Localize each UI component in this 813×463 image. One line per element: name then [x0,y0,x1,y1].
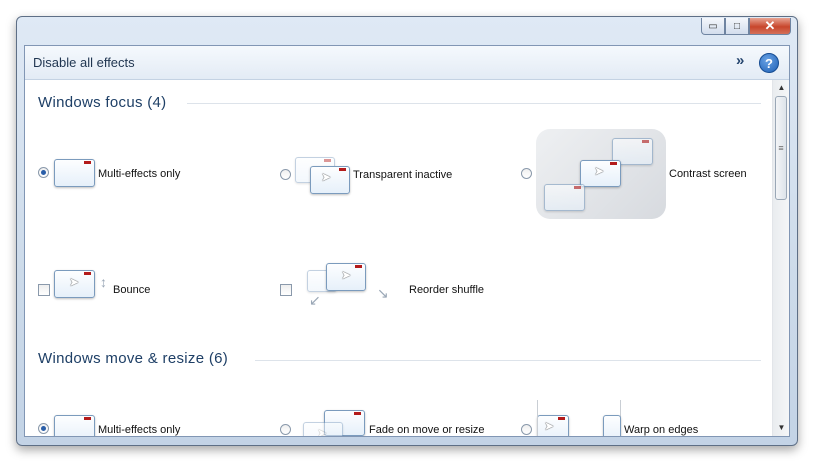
section-divider [255,360,761,361]
maximize-icon: □ [733,20,741,32]
option-label: Multi-effects only [98,168,181,180]
radio-fade-move-resize[interactable] [280,424,291,435]
preview-window [544,184,585,211]
section-divider [187,103,761,104]
toolbar: Disable all effects » ? [25,46,789,80]
edge-line [537,400,538,436]
preview-window: ➤ [537,415,569,436]
client-area: Disable all effects » ? Windows focus (4… [24,45,790,437]
preview-window-inactive: ➤ [303,422,343,436]
cursor-icon: ➤ [544,419,555,433]
scroll-up-icon[interactable]: ▲ [773,80,789,94]
maximize-button[interactable]: □ [725,18,749,35]
minimize-icon: ▭ [708,20,718,32]
option-label: Transparent inactive [353,169,453,181]
section-title-windows-focus: Windows focus (4) [38,94,167,111]
chevron-right-icon[interactable]: » [736,52,744,69]
close-button[interactable]: ✕ [749,18,791,35]
resize-arrow-icon: ↕ [100,274,107,290]
minimize-button[interactable]: ▭ [701,18,725,35]
radio-contrast-screen[interactable] [521,168,532,179]
preview-window [54,159,95,187]
option-label: Warp on edges [624,424,699,436]
cursor-icon: ➤ [317,426,328,436]
effects-list: Windows focus (4) Multi-effects only ➤ T… [25,80,772,436]
preview-window [603,415,621,436]
option-label: Multi-effects only [98,424,181,436]
help-icon[interactable]: ? [759,53,779,73]
preview-window: ➤ [580,160,621,187]
cursor-icon: ➤ [341,268,352,282]
option-label: Fade on move or resize [369,424,485,436]
option-label: Reorder shuffle [409,284,485,296]
option-label: Bounce [113,284,151,296]
cursor-icon: ➤ [69,275,80,289]
close-icon: ✕ [764,18,776,33]
radio-move-multi-effects[interactable] [38,423,49,434]
vertical-scrollbar[interactable]: ▲ ≡ ▼ [772,80,789,436]
scroll-down-icon[interactable]: ▼ [773,420,789,434]
disable-all-effects-link[interactable]: Disable all effects [33,55,135,70]
preview-window [54,415,95,436]
cursor-icon: ➤ [321,170,332,184]
cursor-icon: ➤ [594,164,605,178]
contrast-preview: ➤ [536,129,666,219]
caption-buttons: ▭ □ ✕ [701,18,791,35]
effects-window: ▭ □ ✕ Disable all effects » ? Windows fo… [16,16,798,446]
scroll-thumb[interactable]: ≡ [775,96,787,200]
option-label: Contrast screen [669,168,747,180]
preview-window: ➤ [310,166,350,194]
radio-transparent-inactive[interactable] [280,169,291,180]
radio-focus-multi-effects[interactable] [38,167,49,178]
resize-arrow-icon: ↙ [309,292,321,308]
section-title-windows-move-resize: Windows move & resize (6) [38,350,229,367]
preview-window: ➤ [54,270,95,298]
checkbox-bounce[interactable] [38,284,50,296]
checkbox-reorder-shuffle[interactable] [280,284,292,296]
preview-window: ➤ [326,263,366,291]
resize-arrow-icon: ↘ [377,285,389,301]
radio-warp-on-edges[interactable] [521,424,532,435]
